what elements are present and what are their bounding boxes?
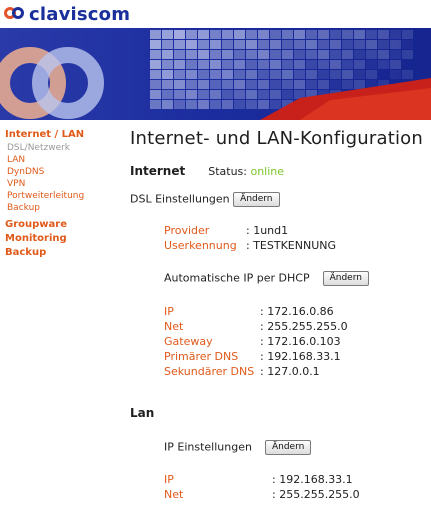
kv-value: 255.255.255.0: [267, 320, 348, 333]
header-banner: [0, 28, 431, 120]
lan-ip-change-button[interactable]: Ändern: [264, 440, 312, 455]
kv-row: Gateway: 172.16.0.103: [164, 335, 341, 348]
dhcp-title: Automatische IP per DHCP: [164, 271, 310, 285]
dsl-change-button[interactable]: Ändern: [233, 192, 280, 207]
kv-value: 172.16.0.86: [267, 305, 334, 318]
lan-section-title: Lan: [130, 406, 155, 420]
kv-row: Sekundärer DNS: 127.0.0.1: [164, 365, 320, 378]
page-title: Internet- und LAN-Konfiguration: [130, 128, 423, 149]
lan-ip-title: IP Einstellungen: [164, 440, 252, 454]
dhcp-change-button[interactable]: Ändern: [322, 271, 369, 286]
brand-logo: claviscom: [4, 3, 131, 25]
banner-graphic: [0, 28, 431, 120]
status-label: Status:: [208, 165, 247, 178]
dsl-settings-title: DSL Einstellungen: [130, 192, 230, 206]
kv-row: Net: 255.255.255.0: [164, 320, 348, 333]
kv-label: IP: [164, 305, 174, 318]
lan-header: Lan: [130, 406, 154, 420]
logo-rings-icon: [4, 6, 26, 22]
kv-value: 192.168.33.1: [279, 473, 353, 486]
dsl-settings-header: DSL Einstellungen Ändern: [130, 192, 280, 207]
kv-value: 192.168.33.1: [267, 350, 341, 363]
dsl-userkennung-row: Userkennung: TESTKENNUNG: [164, 239, 336, 252]
main-content: Internet- und LAN-Konfiguration Internet…: [130, 126, 430, 501]
kv-value: 255.255.255.0: [279, 488, 360, 501]
internet-header: Internet Status: online: [130, 164, 284, 178]
sidebar-group-monitoring[interactable]: Monitoring: [5, 232, 120, 246]
kv-row: IP: 192.168.33.1: [164, 473, 353, 486]
sidebar-group-backup[interactable]: Backup: [5, 246, 120, 260]
sidebar-group-groupware[interactable]: Groupware: [5, 218, 120, 232]
kv-label: Net: [164, 488, 184, 501]
kv-row: Primärer DNS: 192.168.33.1: [164, 350, 341, 363]
kv-label: IP: [164, 473, 174, 486]
lan-ip-header: IP Einstellungen Ändern: [164, 440, 312, 455]
kv-value: 127.0.0.1: [267, 365, 320, 378]
sidebar-item-vpn[interactable]: VPN: [5, 178, 120, 190]
kv-row: IP: 172.16.0.86: [164, 305, 334, 318]
dhcp-header: Automatische IP per DHCP Ändern: [164, 271, 369, 286]
sidebar-item-dyndns[interactable]: DynDNS: [5, 166, 120, 178]
kv-label: Provider: [164, 224, 210, 237]
sidebar-item-dsl-netzwerk[interactable]: DSL/Netzwerk: [5, 142, 120, 154]
sidebar-group-internet-lan[interactable]: Internet / LAN: [5, 128, 120, 142]
kv-label: Net: [164, 320, 184, 333]
kv-row: Net: 255.255.255.0: [164, 488, 360, 501]
kv-label: Primärer DNS: [164, 350, 239, 363]
kv-value: TESTKENNUNG: [253, 239, 336, 252]
sidebar-nav: Internet / LAN DSL/Netzwerk LAN DynDNS VPN Po…: [5, 128, 120, 260]
sidebar-item-portweiterleitung[interactable]: Portweiterleitung: [5, 190, 120, 202]
kv-label: Gateway: [164, 335, 213, 348]
sidebar-item-backup[interactable]: Backup: [5, 202, 120, 214]
dsl-provider-row: Provider: 1und1: [164, 224, 289, 237]
sidebar-item-lan[interactable]: LAN: [5, 154, 120, 166]
brand-name: claviscom: [29, 3, 131, 25]
internet-section-title: Internet: [130, 164, 186, 178]
kv-label: Sekundärer DNS: [164, 365, 255, 378]
kv-label: Userkennung: [164, 239, 237, 252]
status-value: online: [250, 165, 285, 178]
kv-value: 172.16.0.103: [267, 335, 341, 348]
kv-value: 1und1: [253, 224, 289, 237]
